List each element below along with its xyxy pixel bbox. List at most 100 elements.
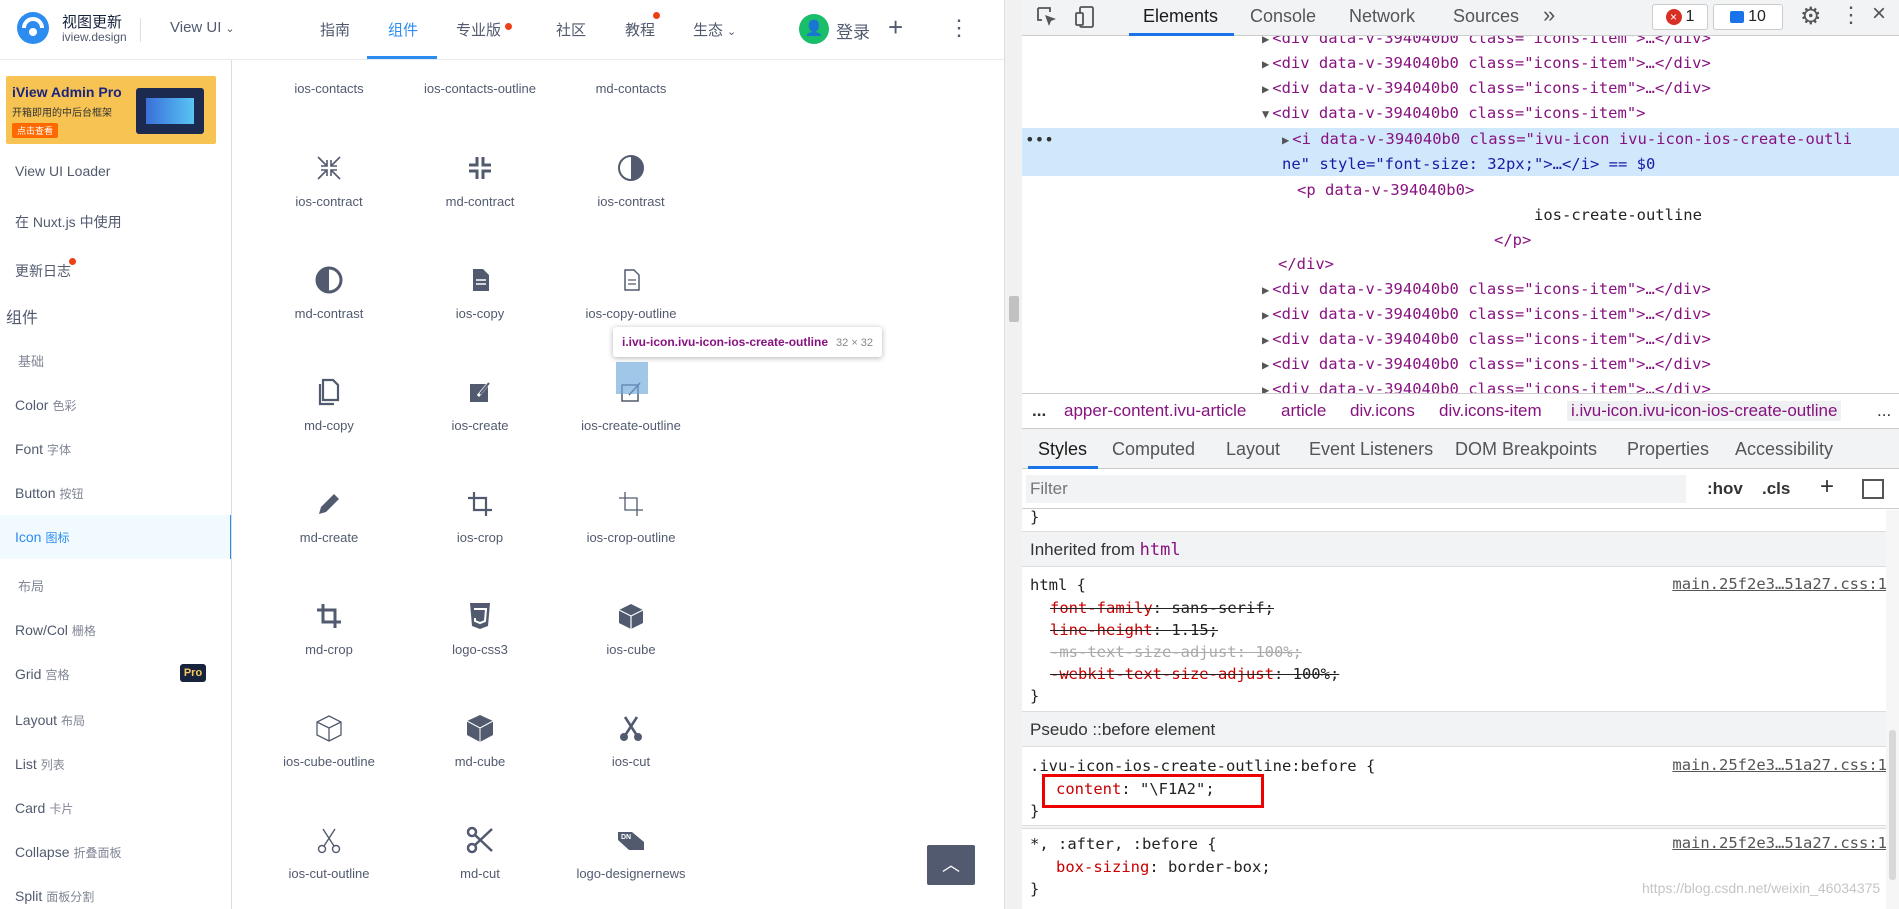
subtab-accessibility[interactable]: Accessibility [1735,439,1833,460]
sidebar-item-rowcol[interactable]: Row/Col 栅格 [15,622,96,639]
sidebar-item-icon[interactable]: Icon 图标 [15,529,69,546]
nav-tutorial[interactable]: 教程 [625,12,661,59]
tab-console[interactable]: Console [1250,6,1316,27]
pseudo-rule-source-link[interactable]: main.25f2e3…51a27.css:1 [1672,756,1887,774]
expand-triangle-icon: ▶ [1262,358,1270,372]
breadcrumb-item[interactable]: article [1281,401,1326,421]
dom-node-collapsed[interactable]: ▶ <div data-v-394040b0 class="icons-item"… [1262,78,1711,99]
icon-label: md-contract [445,194,515,209]
dom-node-collapsed[interactable]: ▶ <div data-v-394040b0 class="icons-item"… [1262,53,1711,74]
page-scrollbar[interactable] [1004,0,1022,909]
breadcrumb-item[interactable]: apper-content.ivu-article [1064,401,1246,421]
css-declaration[interactable]: -ms-text-size-adjust: 100%; [1050,642,1302,662]
nav-active-indicator [367,56,437,59]
nav-guide[interactable]: 指南 [320,19,350,59]
subtab-layout[interactable]: Layout [1226,439,1280,460]
scrollbar-thumb[interactable] [1889,730,1896,880]
styles-filter-input[interactable] [1026,475,1686,503]
version-dropdown[interactable]: View UI ⌄ [170,19,235,36]
dom-node-p[interactable]: <p data-v-394040b0> [1297,180,1474,200]
sidebar-item-split[interactable]: Split 面板分割 [15,888,94,905]
breadcrumb-item[interactable]: div.icons-item [1439,401,1542,421]
dom-node-collapsed[interactable]: ▶ <div data-v-394040b0 class="icons-item"… [1262,379,1711,393]
dom-node-collapsed[interactable]: ▶ <div data-v-394040b0 class="icons-item"… [1262,279,1711,300]
more-tabs-icon[interactable]: » [1543,2,1555,28]
contrast-filled-icon [315,266,343,294]
back-to-top-button[interactable]: ︿ [927,845,975,885]
dom-node-collapsed[interactable]: ▶ <div data-v-394040b0 class="icons-item"… [1262,36,1711,49]
dom-node-p-close: </p> [1494,230,1531,250]
class-toggle[interactable]: .cls [1762,479,1790,499]
toggle-sidebar-icon[interactable] [1862,479,1884,499]
dom-node-collapsed[interactable]: ▶ <div data-v-394040b0 class="icons-item"… [1262,329,1711,350]
subtab-properties[interactable]: Properties [1627,439,1709,460]
universal-rule-selector[interactable]: *, :after, :before { [1030,834,1217,854]
html-rule-selector[interactable]: html { [1030,575,1086,595]
dom-node-selected-cont[interactable]: ne" style="font-size: 32px;">…</i> == $0 [1282,154,1655,174]
dom-node-selected[interactable]: ▶ <i data-v-394040b0 class="ivu-icon ivu-… [1282,129,1852,150]
sidebar-item-changelog[interactable]: 更新日志 [15,258,76,281]
inspect-element-icon[interactable] [1036,6,1058,28]
subtab-styles[interactable]: Styles [1038,439,1087,460]
sidebar-item-grid[interactable]: Grid 宫格 [15,666,69,683]
tab-network[interactable]: Network [1349,6,1415,27]
nav-ecosystem[interactable]: 生态 ⌄ [693,19,736,59]
sidebar-item-nuxt[interactable]: 在 Nuxt.js 中使用 [15,212,122,232]
dom-text-node[interactable]: ios-create-outline [1534,205,1702,225]
more-vertical-icon[interactable]: ⋮ [1840,2,1862,28]
breadcrumb-ellipsis[interactable]: ... [1877,401,1891,421]
device-toolbar-icon[interactable] [1074,5,1096,29]
sidebar-item-button[interactable]: Button 按钮 [15,485,84,502]
html-rule-source-link[interactable]: main.25f2e3…51a27.css:1 [1672,575,1887,593]
new-rule-plus-icon[interactable]: + [1820,473,1834,501]
dom-tree: ••• ▶ <div data-v-394040b0 class="icons-i… [1022,36,1899,393]
subtab-dom-breakpoints[interactable]: DOM Breakpoints [1455,439,1597,460]
settings-gear-icon[interactable]: ⚙ [1800,2,1822,31]
sidebar-item-list[interactable]: List 列表 [15,756,65,773]
dom-node-collapsed[interactable]: ▶ <div data-v-394040b0 class="icons-item"… [1262,304,1711,325]
error-count-badge[interactable]: × 1 [1652,4,1708,30]
sidebar-item-loader[interactable]: View UI Loader [15,163,110,179]
styles-scrollbar[interactable] [1886,510,1899,909]
more-vertical-icon[interactable]: ⋮ [948,14,970,42]
hover-state-toggle[interactable]: :hov [1707,479,1743,499]
subtab-event-listeners[interactable]: Event Listeners [1309,439,1433,460]
sidebar-item-color[interactable]: Color 色彩 [15,397,76,414]
node-actions-ellipsis[interactable]: ••• [1025,130,1054,149]
dom-node-collapsed[interactable]: ▶ <div data-v-394040b0 class="icons-item"… [1262,354,1711,375]
breadcrumb-item[interactable]: div.icons [1350,401,1415,421]
css-declaration[interactable]: line-height: 1.15; [1050,620,1218,640]
pro-badge: Pro [180,664,206,682]
nav-pro[interactable]: 专业版 [456,19,513,59]
dom-node-expanded[interactable]: ▼ <div data-v-394040b0 class="icons-item"… [1262,103,1646,124]
close-icon[interactable]: × [1872,0,1886,28]
css-declaration[interactable]: box-sizing: border-box; [1056,857,1271,877]
universal-rule-source-link[interactable]: main.25f2e3…51a27.css:1 [1672,834,1887,852]
icon-label: md-cube [454,754,506,769]
inherited-label: Inherited from [1030,540,1135,559]
tab-elements[interactable]: Elements [1143,6,1218,27]
login-link[interactable]: 登录 [836,18,870,43]
css-declaration[interactable]: -webkit-text-size-adjust: 100%; [1050,664,1339,684]
subtab-computed[interactable]: Computed [1112,439,1195,460]
sidebar-item-layout[interactable]: Layout 布局 [15,712,85,729]
sidebar-item-font[interactable]: Font 字体 [15,441,71,458]
sidebar-item-collapse[interactable]: Collapse 折叠面板 [15,844,122,861]
breadcrumb-ellipsis[interactable]: ... [1032,401,1046,421]
inherited-tag[interactable]: html [1140,540,1181,560]
sidebar-item-card[interactable]: Card 卡片 [15,800,73,817]
admin-pro-banner[interactable]: iView Admin Pro 开箱即用的中后台框架 点击查看 [6,76,216,144]
nav-community[interactable]: 社区 [556,19,586,59]
iview-logo-icon[interactable] [14,10,52,46]
tab-sources[interactable]: Sources [1453,6,1519,27]
message-count-badge[interactable]: 10 [1713,4,1783,30]
css-declaration[interactable]: font-family: sans-serif; [1050,598,1274,618]
nav-components[interactable]: 组件 [388,19,418,59]
nav-tutorial-label: 教程 [625,22,656,39]
breadcrumb-item-current[interactable]: i.ivu-icon.ivu-icon-ios-create-outline [1567,401,1842,421]
pseudo-rule-selector[interactable]: .ivu-icon-ios-create-outline:before { [1030,756,1375,776]
scrollbar-thumb[interactable] [1009,296,1019,322]
plus-icon[interactable]: + [888,12,903,42]
rule-close: } [1030,687,1040,705]
user-avatar-icon[interactable]: 👤 [799,14,829,44]
